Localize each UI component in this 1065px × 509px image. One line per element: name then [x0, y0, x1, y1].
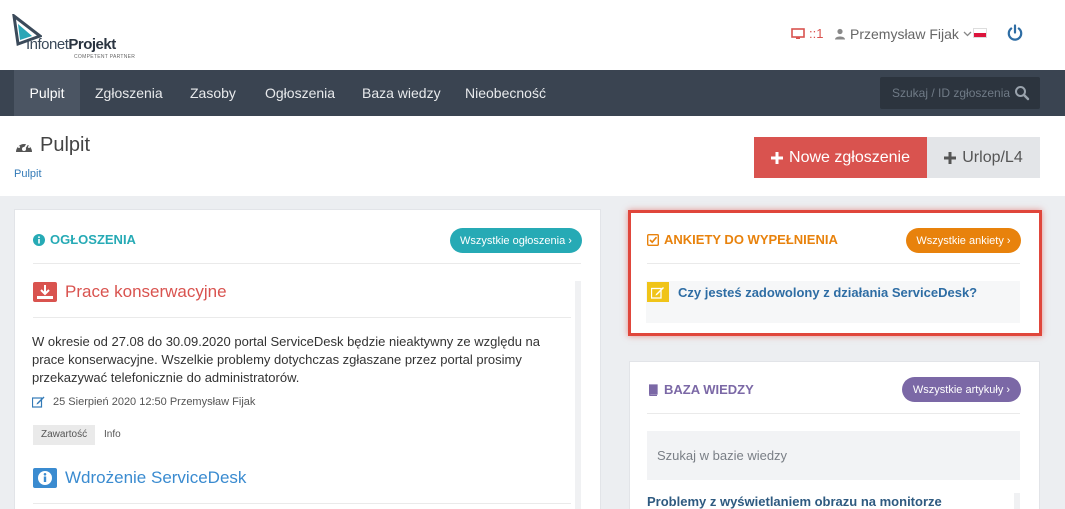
nav-item-baza-wiedzy[interactable]: Baza wiedzy: [362, 70, 441, 116]
leave-request-label: Urlop/L4: [962, 148, 1023, 166]
all-surveys-label: Wszystkie ankiety: [916, 234, 1004, 247]
info-square-icon: [33, 468, 57, 488]
brand-tagline: COMPETENT PARTNER: [74, 54, 136, 60]
announcements-scrollbar[interactable]: [575, 281, 581, 509]
announcement-title-text: Wdrożenie ServiceDesk: [65, 468, 247, 487]
top-header: InfonetProjekt COMPETENT PARTNER ::1 Prz…: [0, 0, 1065, 70]
plus-icon: [771, 151, 784, 164]
info-circle-icon: [33, 233, 45, 246]
announcement-meta: 25 Sierpień 2020 12:50 Przemysław Fijak: [32, 396, 255, 408]
hard-drive-download-icon: [33, 282, 57, 302]
surveys-divider: [647, 263, 1020, 264]
monitor-count: ::1: [809, 26, 824, 41]
announcement-title-maintenance[interactable]: Prace konserwacyjne: [33, 282, 227, 302]
all-surveys-button[interactable]: Wszystkie ankiety ›: [906, 228, 1021, 253]
nav-item-nieobecnosc[interactable]: Nieobecność: [465, 70, 546, 116]
nav-item-ogloszenia[interactable]: Ogłoszenia: [265, 70, 335, 116]
monitor-indicator[interactable]: ::1: [791, 26, 823, 41]
knowledge-divider: [647, 413, 1020, 414]
all-announcements-label: Wszystkie ogłoszenia: [460, 234, 566, 247]
user-icon: [835, 28, 845, 40]
power-logout-icon[interactable]: [1006, 24, 1024, 42]
survey-question-link[interactable]: Czy jesteś zadowolony z działania Servic…: [678, 285, 978, 301]
page-title-text: Pulpit: [40, 134, 91, 156]
surveys-title: ANKIETY DO WYPEŁNIENIA: [647, 232, 838, 247]
all-announcements-button[interactable]: Wszystkie ogłoszenia ›: [450, 228, 582, 253]
surveys-title-text: ANKIETY DO WYPEŁNIENIA: [664, 232, 838, 247]
nav-item-zasoby[interactable]: Zasoby: [190, 70, 236, 116]
all-articles-button[interactable]: Wszystkie artykuły ›: [902, 377, 1021, 402]
brand-name: InfonetProjekt: [26, 36, 116, 53]
brand-name-bold: Projekt: [68, 36, 116, 53]
knowledge-scrollbar[interactable]: [1014, 493, 1020, 509]
survey-edit-icon: [647, 282, 669, 302]
announcement-body: W okresie od 27.08 do 30.09.2020 portal …: [32, 334, 541, 385]
knowledge-title: BAZA WIEDZY: [647, 382, 754, 397]
nav-item-zgloszenia[interactable]: Zgłoszenia: [95, 70, 163, 116]
search-icon[interactable]: [1014, 85, 1030, 101]
user-menu[interactable]: Przemysław Fijak: [834, 26, 972, 42]
new-ticket-label: Nowe zgłoszenie: [789, 148, 910, 166]
tag-zawartosc[interactable]: Zawartość: [33, 425, 96, 445]
dashboard-gauge-icon: [16, 141, 32, 152]
announcements-divider: [33, 263, 581, 264]
language-flag-pl-icon[interactable]: [973, 28, 987, 38]
knowledge-title-text: BAZA WIEDZY: [664, 382, 754, 397]
leave-request-button[interactable]: Urlop/L4: [927, 137, 1040, 178]
edit-icon: [32, 396, 45, 408]
new-ticket-button[interactable]: Nowe zgłoszenie: [754, 137, 927, 178]
knowledge-article-link[interactable]: Problemy z wyświetlaniem obrazu na monit…: [647, 494, 942, 509]
tag-info[interactable]: Info: [96, 425, 129, 445]
announcements-title-text: OGŁOSZENIA: [50, 232, 136, 247]
announcement-meta-text: 25 Sierpień 2020 12:50 Przemysław Fijak: [53, 396, 256, 408]
brand-name-light: Infonet: [26, 36, 69, 53]
brand-logo[interactable]: InfonetProjekt COMPETENT PARTNER: [12, 14, 142, 60]
main-navbar: Pulpit Zgłoszenia Zasoby Ogłoszenia Baza…: [0, 70, 1065, 116]
chevron-down-icon: [963, 31, 972, 37]
book-icon: [649, 383, 658, 396]
announcements-title: OGŁOSZENIA: [33, 232, 136, 247]
all-articles-label: Wszystkie artykuły: [912, 383, 1004, 396]
breadcrumb[interactable]: Pulpit: [14, 168, 42, 180]
user-name: Przemysław Fijak: [850, 26, 959, 42]
page-title: Pulpit: [14, 134, 90, 157]
nav-search: [880, 77, 1040, 109]
announcement-title-servicedesk[interactable]: Wdrożenie ServiceDesk: [33, 468, 246, 488]
check-square-icon: [647, 233, 659, 246]
nav-search-input[interactable]: [880, 77, 1010, 109]
plus-icon: [944, 151, 957, 164]
nav-item-pulpit[interactable]: Pulpit: [14, 70, 80, 116]
announcement-divider: [33, 503, 571, 504]
knowledge-search-input[interactable]: [647, 431, 1020, 480]
announcement-divider: [33, 317, 571, 318]
announcement-title-text: Prace konserwacyjne: [65, 282, 227, 301]
monitor-icon: [791, 27, 805, 39]
page-header: Pulpit Pulpit Nowe zgłoszenie Urlop/L4: [0, 116, 1065, 196]
